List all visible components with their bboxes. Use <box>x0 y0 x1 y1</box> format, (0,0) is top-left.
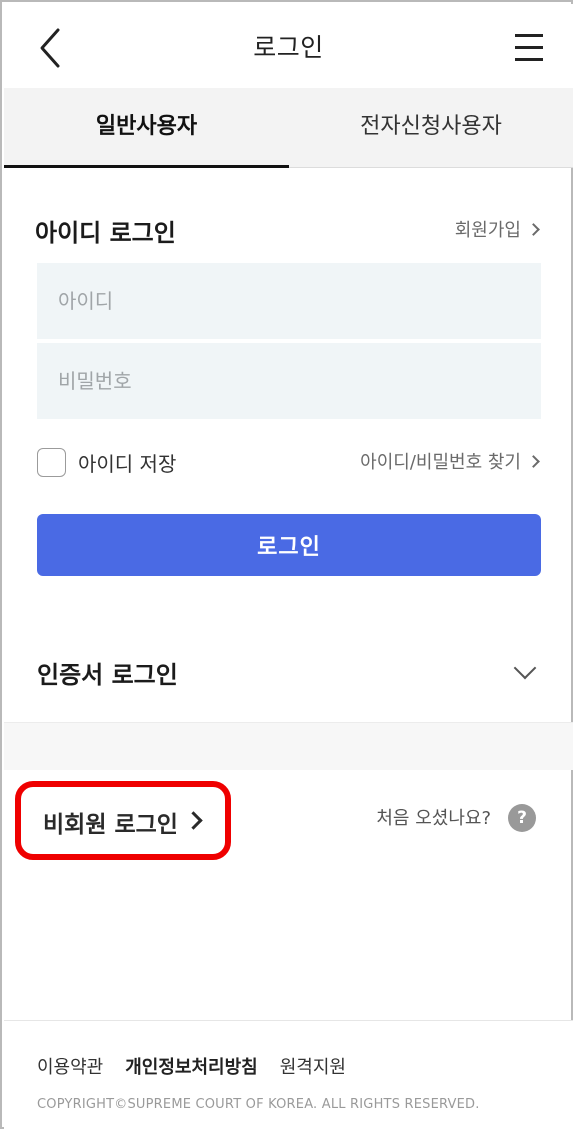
guest-login-button[interactable]: 비회원 로그인 <box>15 781 231 860</box>
hamburger-menu-icon[interactable] <box>515 30 545 64</box>
cert-login-toggle[interactable]: 인증서 로그인 <box>4 622 573 722</box>
id-login-title: 아이디 로그인 <box>35 219 176 247</box>
top-header: 로그인 <box>4 4 573 88</box>
section-divider <box>4 722 573 770</box>
save-id-checkbox[interactable] <box>37 447 66 477</box>
chevron-right-icon <box>527 455 540 468</box>
remote-support-link[interactable]: 원격지원 <box>280 1053 346 1079</box>
chevron-down-icon <box>513 656 537 680</box>
find-id-password-link[interactable]: 아이디/비밀번호 찾기 <box>360 448 540 474</box>
tab-electronic-filing-user[interactable]: 전자신청사용자 <box>289 88 573 168</box>
id-input[interactable] <box>37 263 541 339</box>
footer: 이용약관 개인정보처리방침 원격지원 COPYRIGHT©SUPREME COU… <box>4 1020 573 1129</box>
privacy-policy-link[interactable]: 개인정보처리방침 <box>125 1053 257 1079</box>
copyright-text: COPYRIGHT©SUPREME COURT OF KOREA. ALL RI… <box>37 1097 480 1112</box>
first-visit-text: 처음 오셨나요? <box>376 808 491 829</box>
save-id-row: 아이디 저장 <box>37 446 176 478</box>
find-id-password-label: 아이디/비밀번호 찾기 <box>360 452 521 473</box>
cert-login-title: 인증서 로그인 <box>37 661 178 689</box>
user-type-tabs: 일반사용자 전자신청사용자 <box>4 88 573 168</box>
page-title: 로그인 <box>253 33 324 62</box>
help-icon[interactable]: ? <box>508 804 536 832</box>
chevron-right-icon <box>527 223 540 236</box>
chevron-right-icon <box>184 811 203 830</box>
signup-link-label: 회원가입 <box>454 220 521 241</box>
tab-general-user[interactable]: 일반사용자 <box>4 88 289 168</box>
guest-login-label: 비회원 로그인 <box>43 812 178 838</box>
footer-links: 이용약관 개인정보처리방침 원격지원 <box>37 1053 346 1079</box>
app-frame: 로그인 일반사용자 전자신청사용자 아이디 로그인 회원가입 아이디 저장 아이… <box>0 0 573 1129</box>
password-input[interactable] <box>37 343 541 419</box>
signup-link[interactable]: 회원가입 <box>454 216 540 242</box>
save-id-label[interactable]: 아이디 저장 <box>78 448 176 477</box>
login-button[interactable]: 로그인 <box>37 514 541 576</box>
terms-link[interactable]: 이용약관 <box>37 1053 103 1079</box>
